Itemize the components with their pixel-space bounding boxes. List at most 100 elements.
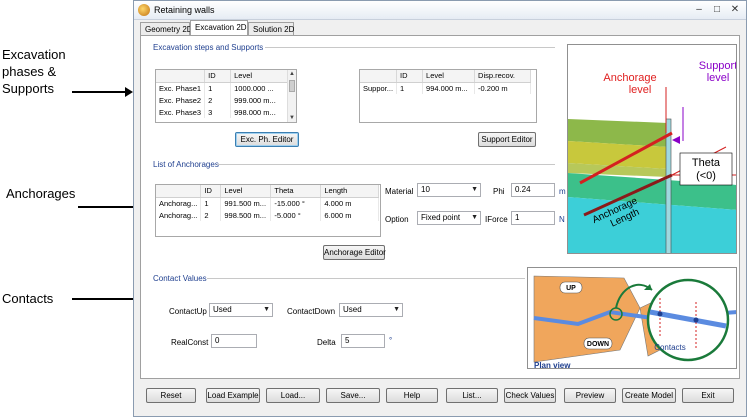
anchorages-header-theta: Theta — [270, 185, 322, 198]
support-level-text1: Support — [699, 60, 737, 72]
tab-solution-2d[interactable]: Solution 2D — [248, 22, 294, 36]
anchorages-section-title: List of Anchorages — [153, 160, 219, 169]
iforce-unit: N — [559, 215, 565, 224]
window-title: Retaining walls — [154, 5, 215, 15]
plan-view-svg: UP DOWN Contacts Plan view — [533, 275, 736, 368]
load-example-button[interactable]: Load Example — [206, 388, 260, 403]
table-row[interactable]: Exc. Phase3 3 998.000 m... — [156, 106, 290, 118]
tab-excavation-2d[interactable]: Excavation 2D — [190, 20, 248, 36]
iforce-input[interactable]: 1 — [511, 211, 555, 225]
callout-anchorages-arrow — [78, 202, 142, 212]
callout-excavation-line1: Excavation — [2, 47, 66, 62]
phase-level: 999.000 m... — [230, 94, 290, 106]
anchorage-theta: -5.000 ° — [270, 209, 322, 221]
realconst-label: RealConst — [171, 338, 209, 347]
table-row[interactable]: Exc. Phase2 2 999.000 m... — [156, 94, 290, 106]
contact-down-select[interactable]: Used ▼ — [339, 303, 403, 317]
callout-contacts-arrow — [72, 294, 142, 304]
contacts-section-title: Contact Values — [153, 274, 207, 283]
supports-header-disp: Disp.recov. — [474, 70, 532, 83]
anchorage-length: 4.000 m — [320, 197, 380, 209]
anchorage-length: 6.000 m — [320, 209, 380, 221]
anchorage-id: 1 — [200, 197, 222, 209]
down-label: DOWN — [587, 341, 609, 348]
anchorage-editor-button[interactable]: Anchorage Editor — [323, 245, 386, 260]
anchorage-id: 2 — [200, 209, 222, 221]
table-row[interactable]: Anchorag... 2 998.500 m... -5.000 ° 6.00… — [156, 209, 380, 221]
support-level: 994.000 m... — [422, 82, 476, 94]
scroll-up-icon[interactable]: ▲ — [288, 70, 296, 78]
delta-unit: ° — [389, 336, 393, 345]
supports-header-id: ID — [396, 70, 424, 83]
phi-unit: m — [559, 187, 566, 196]
contact-node-2 — [693, 317, 699, 323]
plan-view-diagram: UP DOWN Contacts Plan view — [527, 267, 737, 369]
chevron-down-icon: ▼ — [393, 306, 400, 313]
phases-scrollbar[interactable]: ▲ ▼ — [287, 70, 296, 122]
option-label: Option — [385, 215, 409, 224]
minimize-button[interactable]: – — [692, 4, 706, 16]
phases-grid[interactable]: ID Level Exc. Phase1 1 1000.000 ... Exc.… — [155, 69, 297, 123]
scroll-thumb[interactable] — [289, 80, 295, 92]
save-button[interactable]: Save... — [326, 388, 380, 403]
maximize-button[interactable]: □ — [710, 4, 724, 16]
excavation-panel: Excavation steps and Supports ID Level E… — [140, 35, 740, 379]
contact-up-select[interactable]: Used ▼ — [209, 303, 273, 317]
anchorages-grid[interactable]: ID Level Theta Length Anchorag... 1 991.… — [155, 184, 381, 237]
option-select[interactable]: Fixed point ▼ — [417, 211, 481, 225]
phase-id: 2 — [204, 94, 232, 106]
material-label: Material — [385, 187, 414, 196]
reset-button[interactable]: Reset — [146, 388, 196, 403]
realconst-input[interactable]: 0 — [211, 334, 257, 348]
supports-header-level: Level — [422, 70, 476, 83]
phi-input[interactable]: 0.24 — [511, 183, 555, 197]
support-marker — [672, 136, 680, 144]
exit-button[interactable]: Exit — [682, 388, 734, 403]
callout-excavation-arrow — [72, 87, 133, 97]
theta-text1: Theta — [692, 157, 721, 169]
close-button[interactable]: ✕ — [728, 4, 742, 16]
check-values-button[interactable]: Check Values — [504, 388, 556, 403]
delta-input[interactable]: 5 — [341, 334, 385, 348]
chevron-down-icon: ▼ — [471, 186, 478, 193]
supports-grid[interactable]: ID Level Disp.recov. Suppor... 1 994.000… — [359, 69, 537, 123]
contact-node-1 — [657, 311, 663, 317]
contact-down-label: ContactDown — [287, 307, 336, 316]
app-icon — [138, 4, 150, 16]
list-button[interactable]: List... — [446, 388, 498, 403]
help-button[interactable]: Help — [386, 388, 438, 403]
bottom-button-bar: Reset Load Example Load... Save... Help … — [134, 384, 746, 416]
create-model-button[interactable]: Create Model — [622, 388, 676, 403]
anchorage-level-text2: level — [629, 84, 652, 96]
table-row[interactable]: Exc. Phase1 1 1000.000 ... — [156, 82, 290, 94]
callout-anchorages: Anchorages — [6, 186, 76, 201]
table-row[interactable]: Anchorag... 1 991.500 m... -15.000 ° 4.0… — [156, 197, 380, 209]
load-button[interactable]: Load... — [266, 388, 320, 403]
anchorage-level: 991.500 m... — [220, 197, 272, 209]
support-disp: -0.200 m — [474, 82, 532, 94]
iforce-label: IForce — [485, 215, 508, 224]
exc-phase-editor-button[interactable]: Exc. Ph. Editor — [235, 132, 299, 147]
anchorage-name: Anchorag... — [156, 209, 202, 221]
scroll-down-icon[interactable]: ▼ — [288, 114, 296, 122]
anchorage-theta: -15.000 ° — [270, 197, 322, 209]
phases-header-name — [156, 70, 206, 83]
delta-label: Delta — [317, 338, 336, 347]
material-select[interactable]: 10 ▼ — [417, 183, 481, 197]
support-editor-button[interactable]: Support Editor — [478, 132, 536, 147]
excavation-section-title: Excavation steps and Supports — [153, 43, 264, 52]
phase-id: 1 — [204, 82, 232, 94]
phases-header-id: ID — [204, 70, 232, 83]
chevron-down-icon: ▼ — [263, 306, 270, 313]
phase-id: 3 — [204, 106, 232, 118]
callout-contacts: Contacts — [2, 291, 54, 306]
anchorages-section-divider — [217, 164, 555, 165]
anchorage-diagram: Anchorage level Support level Theta (<0)… — [567, 44, 737, 254]
tab-geometry-2d[interactable]: Geometry 2D — [140, 22, 193, 36]
excavation-section-divider — [265, 47, 555, 48]
callout-excavation-line3: Supports — [2, 81, 55, 96]
callout-excavation: Excavation phases & Supports — [2, 46, 66, 97]
contact-up-value: Used — [213, 305, 232, 314]
table-row[interactable]: Suppor... 1 994.000 m... -0.200 m — [360, 82, 532, 94]
preview-button[interactable]: Preview — [564, 388, 616, 403]
